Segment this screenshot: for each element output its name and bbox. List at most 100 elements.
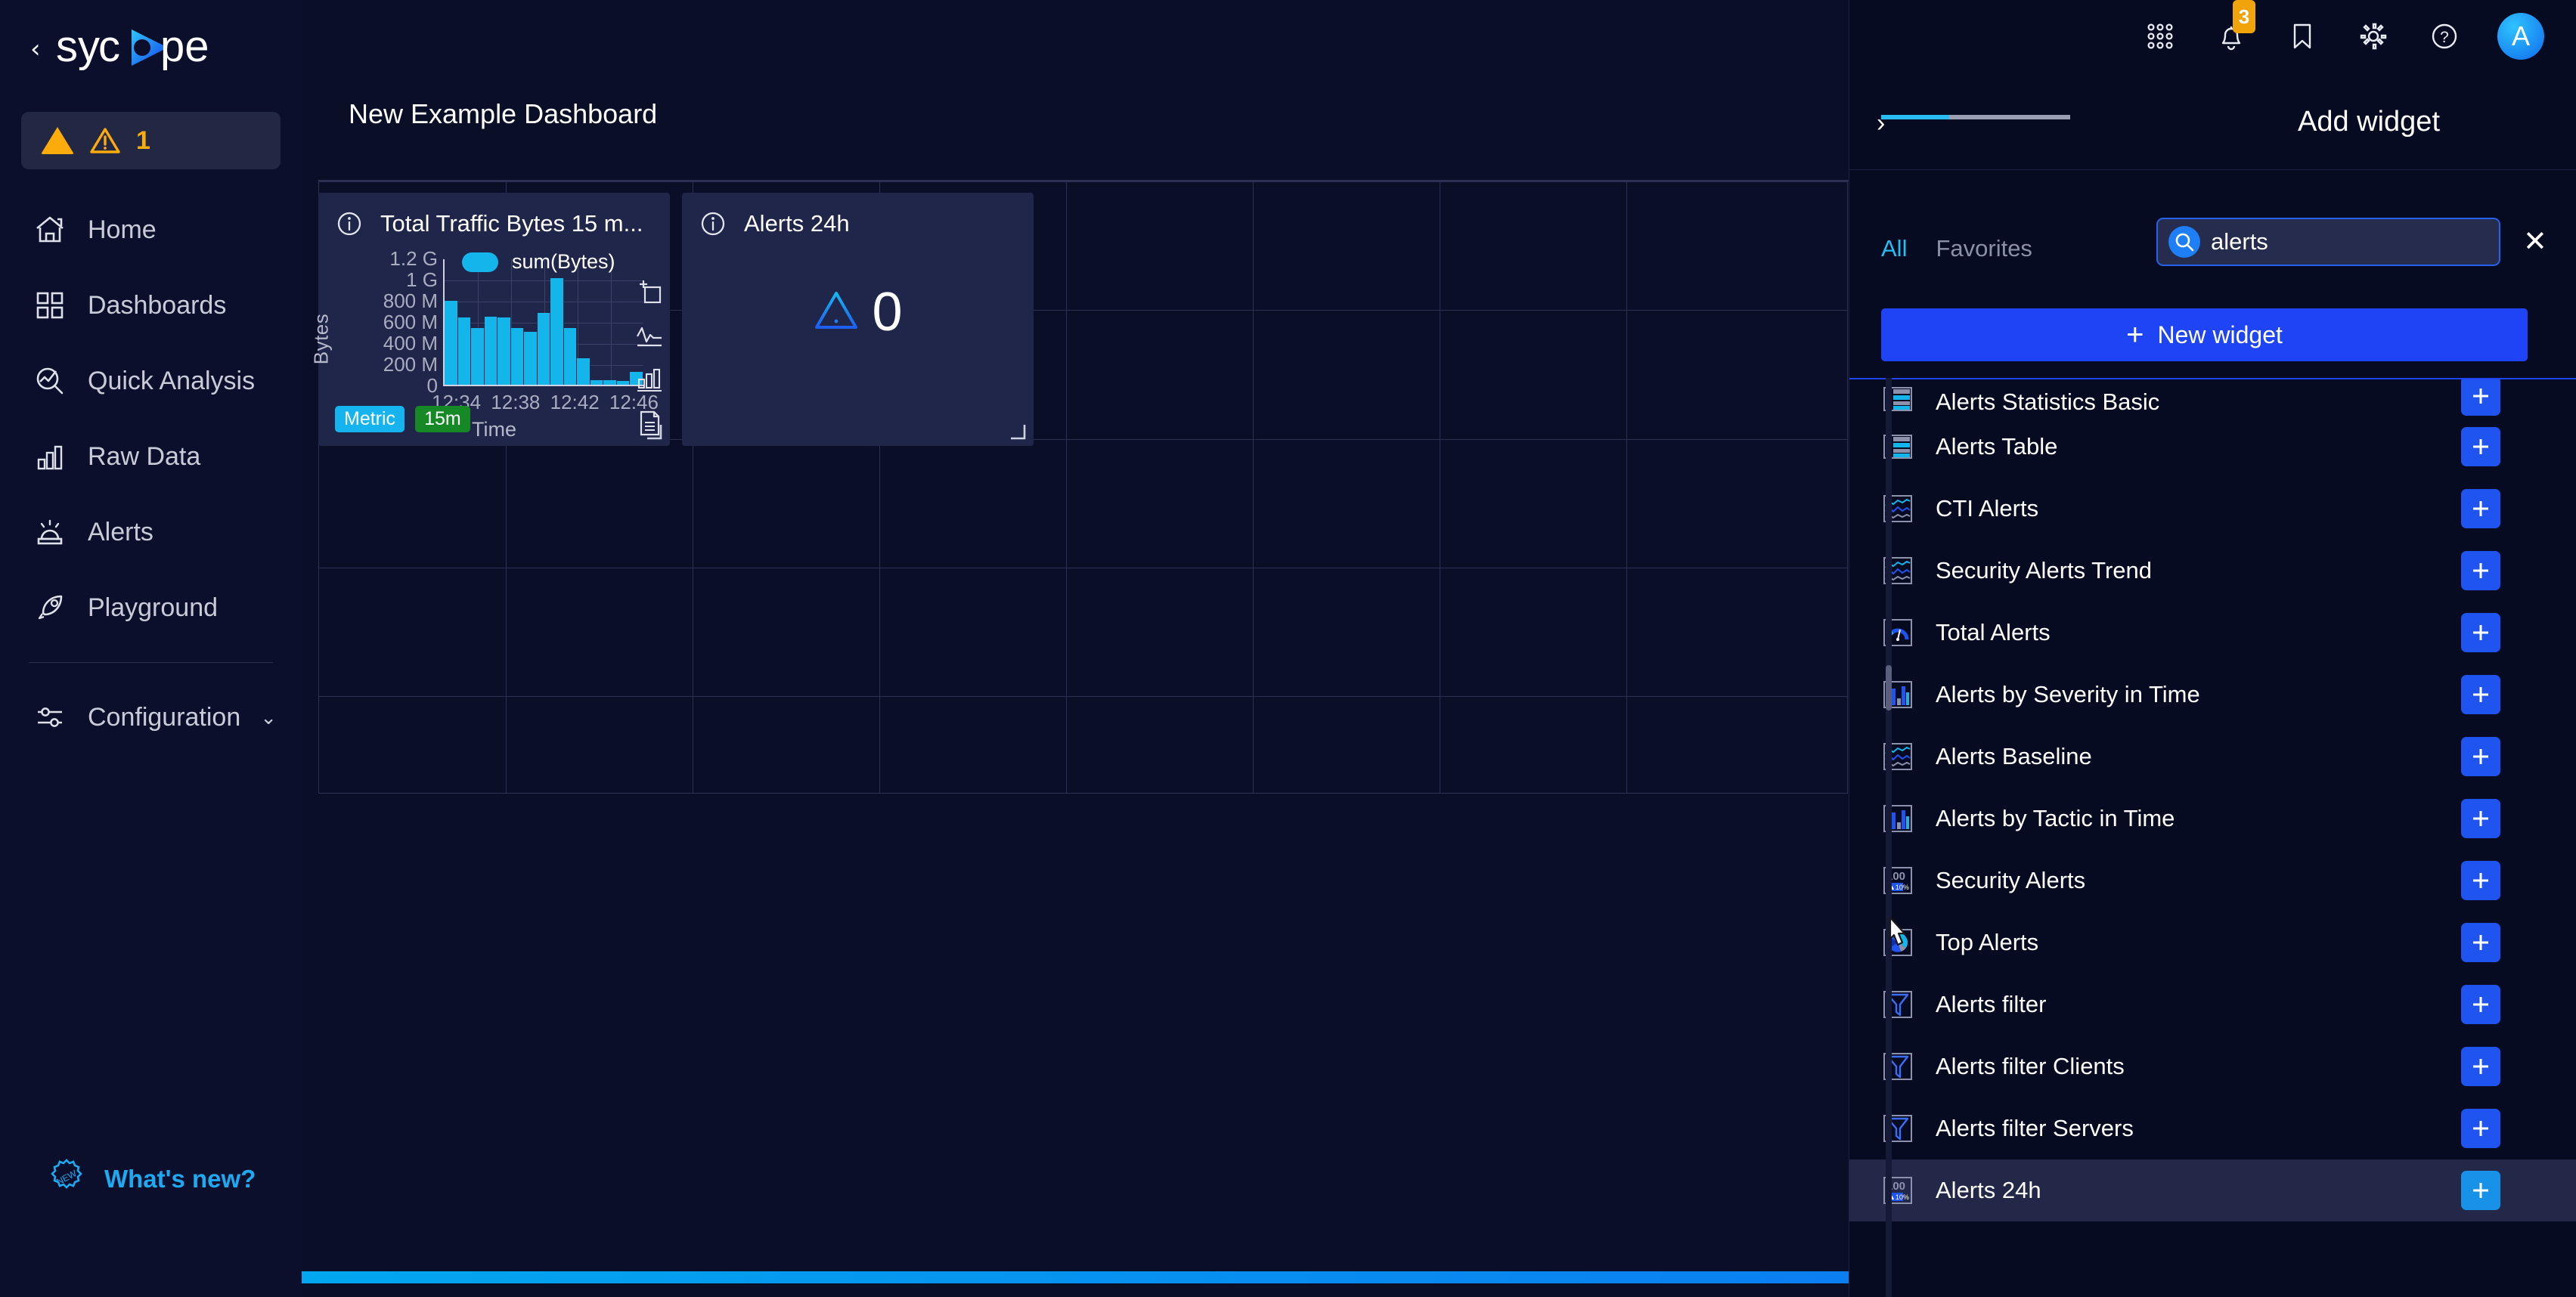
widget-title: Alerts 24h [744, 210, 850, 237]
chart-bars [445, 259, 643, 385]
list-item-label: Alerts filter [1936, 991, 2047, 1017]
add-widget-panel: › Add widget All Favorites ✕ + New widge… [1849, 0, 2576, 1297]
tab-favorites[interactable]: Favorites [1936, 235, 2032, 262]
info-circle-icon[interactable] [699, 209, 727, 238]
list-item[interactable]: Alerts filter Clients [1849, 1035, 2576, 1097]
list-item-label: Security Alerts Trend [1936, 557, 2153, 583]
sidebar-item-label: Raw Data [88, 441, 201, 471]
chart-bar [457, 317, 472, 385]
avatar[interactable]: A [2497, 13, 2544, 60]
sidebar-item-label: Configuration [88, 702, 241, 732]
list-item[interactable]: Alerts Baseline [1849, 726, 2576, 788]
list-item[interactable]: Alerts Statistics Basic [1849, 378, 2576, 416]
widget-title: Total Traffic Bytes 15 m... [380, 210, 643, 237]
add-widget-button[interactable] [2461, 923, 2500, 962]
sidebar-alert-count: 1 [136, 125, 150, 155]
bell-icon[interactable]: 3 [2213, 0, 2255, 54]
sidebar-item-dashboards[interactable]: Dashboards [0, 268, 302, 343]
tab-underline [1881, 115, 2070, 119]
sliders-icon [32, 699, 68, 735]
add-widget-button[interactable] [2461, 1109, 2500, 1148]
add-widget-button[interactable] [2461, 427, 2500, 466]
siren-icon [32, 514, 68, 550]
chart-bar [616, 381, 631, 385]
line-chart-icon[interactable] [635, 321, 664, 350]
brand-logo-wordmark: sy c pe [56, 22, 253, 76]
list-item[interactable]: CTI Alerts [1849, 478, 2576, 540]
widget-alerts-24h[interactable]: Alerts 24h 0 [682, 193, 1034, 446]
list-item[interactable]: Top Alerts [1849, 912, 2576, 974]
alerts-24h-value: 0 [872, 282, 903, 342]
bar-chart-icon[interactable] [635, 365, 664, 394]
whats-new-button[interactable]: NEW What's new? [0, 1157, 302, 1200]
bottom-progress-bar [302, 1271, 1865, 1283]
chart-bar [603, 380, 617, 385]
list-item[interactable]: 100 ▲10% Alerts 24h [1849, 1159, 2576, 1221]
chevron-left-icon[interactable]: ‹ [30, 36, 41, 62]
add-widget-button[interactable] [2461, 985, 2500, 1024]
svg-text:NEW: NEW [54, 1168, 79, 1187]
search-icon [2168, 226, 2200, 258]
chart-bar [471, 328, 485, 385]
chevron-down-icon[interactable]: ⌄ [260, 706, 277, 729]
add-widget-button[interactable] [2461, 489, 2500, 528]
chart-bar [537, 312, 551, 385]
add-widget-button[interactable] [2461, 675, 2500, 714]
chart-y-axis-label: Bytes [309, 313, 333, 365]
list-item[interactable]: Alerts filter Servers [1849, 1097, 2576, 1159]
y-tick: 1 G [406, 268, 438, 291]
apps-grid-icon[interactable] [2142, 18, 2178, 54]
x-tick: 12:42 [550, 391, 600, 413]
sidebar-item-home[interactable]: Home [0, 192, 302, 268]
chart-legend[interactable]: sum(Bytes) [462, 250, 615, 274]
bookmark-icon[interactable] [2284, 18, 2320, 54]
widget-total-traffic-bytes[interactable]: Total Traffic Bytes 15 m... Bytes 1.2 G … [310, 193, 670, 446]
y-tick: 400 M [383, 332, 438, 354]
new-widget-button[interactable]: + New widget [1881, 308, 2528, 361]
widget-search[interactable]: ✕ [2156, 218, 2547, 266]
resize-corner-icon[interactable] [1009, 423, 1026, 440]
brand-logo[interactable]: ‹ sy c pe [0, 0, 302, 98]
add-widget-button[interactable] [2461, 737, 2500, 776]
zoom-in-box-icon[interactable] [635, 277, 664, 306]
sidebar-item-label: Dashboards [88, 290, 227, 320]
chevron-right-icon[interactable]: › [1877, 109, 1885, 138]
add-widget-button[interactable] [2461, 551, 2500, 590]
search-input[interactable] [2211, 228, 2512, 255]
panel-scrollbar-thumb[interactable] [1886, 665, 1892, 710]
sidebar-item-alerts[interactable]: Alerts [0, 494, 302, 570]
resize-corner-icon[interactable] [646, 423, 662, 440]
list-item[interactable]: 100 ▲10% Security Alerts [1849, 850, 2576, 912]
chart-bar [563, 328, 578, 385]
list-item[interactable]: Alerts by Severity in Time [1849, 664, 2576, 726]
add-widget-button[interactable] [2461, 1047, 2500, 1086]
sidebar: ‹ sy c pe 1 Home Dashboards Quick Analys… [0, 0, 302, 1297]
list-item[interactable]: Total Alerts [1849, 602, 2576, 664]
help-circle-icon[interactable]: ? [2426, 18, 2463, 54]
chart-plot-area [443, 259, 643, 386]
add-widget-button[interactable] [2461, 1171, 2500, 1210]
widget-header: Alerts 24h [682, 193, 1034, 238]
list-item[interactable]: Alerts filter [1849, 974, 2576, 1035]
info-circle-icon[interactable] [335, 209, 364, 238]
add-widget-button[interactable] [2461, 861, 2500, 900]
chart-y-ticks: 1.2 G 1 G 800 M 600 M 400 M 200 M 0 [347, 243, 438, 397]
new-badge-icon: NEW [47, 1157, 86, 1200]
list-item[interactable]: Security Alerts Trend [1849, 540, 2576, 602]
list-item[interactable]: Alerts by Tactic in Time [1849, 788, 2576, 850]
sidebar-item-raw-data[interactable]: Raw Data [0, 419, 302, 494]
sidebar-alert-badge[interactable]: 1 [21, 112, 281, 169]
sidebar-item-playground[interactable]: Playground [0, 570, 302, 645]
tab-all[interactable]: All [1881, 235, 1907, 262]
add-widget-button[interactable] [2461, 613, 2500, 652]
add-widget-button[interactable] [2461, 799, 2500, 838]
sidebar-item-quick-analysis[interactable]: Quick Analysis [0, 343, 302, 419]
close-x-icon[interactable]: ✕ [2523, 228, 2550, 256]
gear-icon[interactable] [2355, 18, 2392, 54]
chart-bar [510, 327, 525, 385]
sidebar-item-configuration[interactable]: Configuration ⌄ [0, 679, 302, 755]
svg-text:?: ? [2440, 29, 2449, 46]
add-widget-button[interactable] [2461, 378, 2500, 416]
panel-scrollbar-track[interactable] [1886, 378, 1892, 1297]
list-item[interactable]: Alerts Table [1849, 416, 2576, 478]
